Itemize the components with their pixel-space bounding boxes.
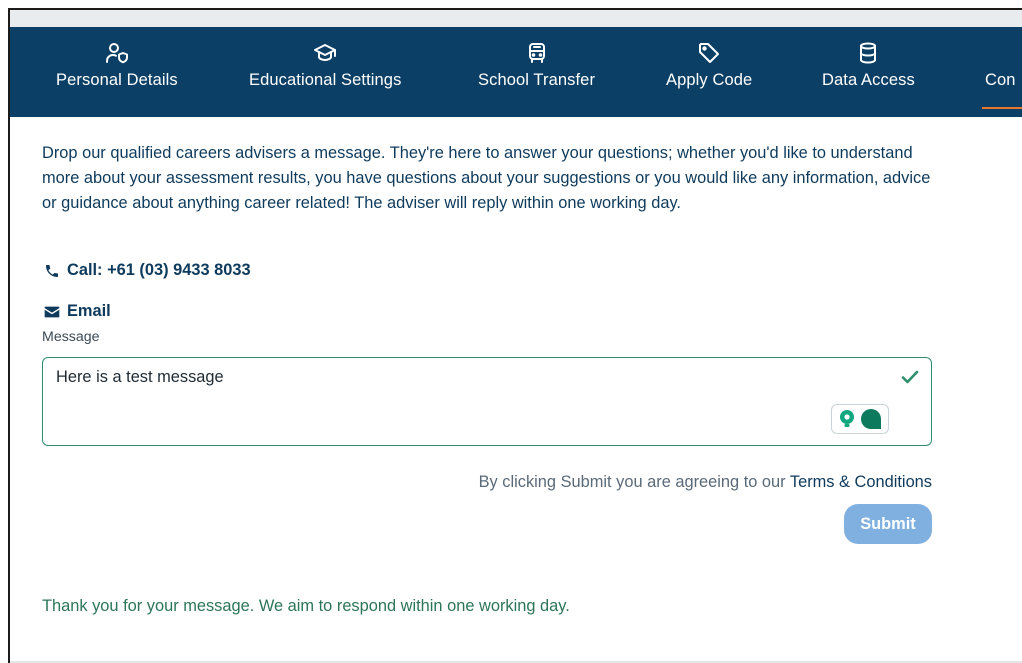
nav-label: Educational Settings <box>249 71 402 89</box>
top-nav: Personal Details Educational Settings Sc… <box>10 27 1022 117</box>
phone-icon <box>46 264 58 277</box>
email-heading: Email <box>44 302 111 321</box>
check-icon <box>901 370 919 384</box>
intro-text: Drop our qualified careers advisers a me… <box>42 144 931 212</box>
call-link[interactable]: Call: +61 (03) 9433 8033 <box>44 261 251 280</box>
nav-item-data-access[interactable]: Data Access <box>822 41 915 90</box>
active-tab-underline <box>982 107 1022 109</box>
database-icon <box>860 42 877 64</box>
nav-item-school-transfer[interactable]: School Transfer <box>478 41 595 90</box>
nav-item-educational-settings[interactable]: Educational Settings <box>249 41 401 90</box>
assistant-bubble-icon <box>860 409 881 429</box>
call-label: Call: +61 (03) 9433 8033 <box>67 261 251 279</box>
nav-label: Apply Code <box>666 71 753 89</box>
message-value: Here is a test message <box>56 368 224 386</box>
terms-notice: By clicking Submit you are agreeing to o… <box>10 473 932 492</box>
top-strip <box>10 10 1022 27</box>
nav-item-personal-details[interactable]: Personal Details <box>56 41 178 90</box>
lightbulb-icon <box>839 410 854 427</box>
terms-prefix: By clicking Submit you are agreeing to o… <box>478 473 790 491</box>
user-shield-icon <box>105 43 128 64</box>
envelope-icon <box>44 306 60 317</box>
terms-link[interactable]: Terms & Conditions <box>790 473 932 491</box>
thanks-message: Thank you for your message. We aim to re… <box>42 597 570 615</box>
submit-button[interactable]: Submit <box>844 504 932 544</box>
nav-item-apply-code[interactable]: Apply Code <box>666 41 752 90</box>
message-label: Message <box>42 329 100 345</box>
tag-icon <box>699 43 720 63</box>
nav-item-contact[interactable]: Con <box>985 41 1016 90</box>
writing-assistant-widget[interactable] <box>831 404 889 434</box>
contact-icon-hidden <box>988 41 1012 65</box>
bus-icon <box>528 43 545 63</box>
nav-label: Con <box>985 71 1016 89</box>
nav-label: School Transfer <box>478 71 596 89</box>
message-textarea[interactable]: Here is a test message <box>42 357 932 446</box>
graduation-cap-icon <box>314 44 337 61</box>
email-label: Email <box>67 302 111 320</box>
nav-label: Personal Details <box>56 71 178 89</box>
nav-label: Data Access <box>822 71 915 89</box>
contact-panel: Drop our qualified careers advisers a me… <box>10 117 1022 663</box>
app-frame: Personal Details Educational Settings Sc… <box>8 8 1022 663</box>
